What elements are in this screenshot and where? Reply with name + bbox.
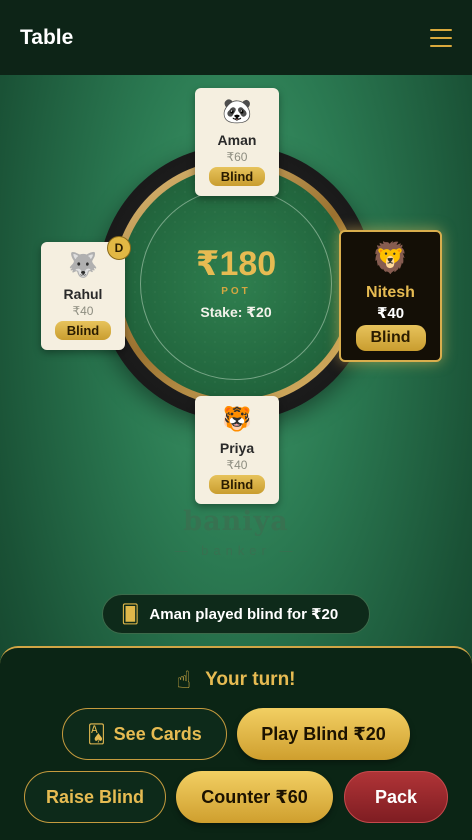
turn-text: Your turn! <box>205 669 296 690</box>
counter-label: Counter ₹60 <box>201 786 308 807</box>
seat-nitesh-active: 🦁 Nitesh ₹40 Blind <box>339 230 442 362</box>
dice-icon: 🂠 <box>121 603 140 624</box>
cards-icon: 🂡 <box>87 723 106 744</box>
wolf-avatar-icon: 🐺 <box>68 252 98 279</box>
activity-text: Aman played blind for ₹20 <box>149 606 339 623</box>
turn-indicator: ☝ Your turn! <box>0 664 472 696</box>
panda-avatar-icon: 🐼 <box>222 98 252 125</box>
top-bar: Table <box>0 0 472 75</box>
brand-logo: baniya <box>183 506 289 537</box>
player-name: Nitesh <box>366 284 415 301</box>
player-bet: ₹40 <box>72 304 94 318</box>
pointing-hand-icon: ☝ <box>176 666 192 694</box>
activity-log: 🂠 Aman played blind for ₹20 <box>102 594 370 634</box>
page-title: Table <box>20 25 74 49</box>
pack-label: Pack <box>374 786 418 807</box>
status-badge: Blind <box>209 167 265 186</box>
tiger-avatar-icon: 🐯 <box>222 406 252 433</box>
seat-priya: 🐯 Priya ₹40 Blind <box>195 396 279 504</box>
stake-label: Stake: ₹20 <box>200 304 272 320</box>
counter-button[interactable]: Counter ₹60 <box>176 771 333 823</box>
seat-aman: 🐼 Aman ₹60 Blind <box>195 88 279 196</box>
status-badge: Blind <box>55 321 111 340</box>
player-bet: ₹40 <box>376 305 405 322</box>
player-name: Aman <box>217 132 257 148</box>
see-cards-button[interactable]: 🂡 See Cards <box>62 708 227 760</box>
brand-tagline: — banker — <box>174 543 298 558</box>
status-badge: Blind <box>209 475 265 494</box>
raise-blind-label: Raise Blind <box>45 786 145 807</box>
poker-table-inner-line <box>140 188 332 380</box>
hamburger-menu-icon[interactable] <box>430 27 452 49</box>
raise-blind-button[interactable]: Raise Blind <box>24 771 166 823</box>
player-name: Priya <box>219 440 255 456</box>
status-badge: Blind <box>355 325 426 351</box>
pot-amount: ₹180 <box>195 245 277 283</box>
see-cards-label: See Cards <box>113 723 202 744</box>
dealer-chip: D <box>107 236 131 260</box>
play-blind-label: Play Blind ₹20 <box>261 723 386 744</box>
pack-button[interactable]: Pack <box>344 771 448 823</box>
player-name: Rahul <box>63 286 103 302</box>
lion-avatar-icon: 🦁 <box>371 242 410 275</box>
pot-label: POT <box>221 286 251 297</box>
player-bet: ₹40 <box>226 458 248 472</box>
play-blind-button[interactable]: Play Blind ₹20 <box>237 708 410 760</box>
player-bet: ₹60 <box>226 150 248 164</box>
